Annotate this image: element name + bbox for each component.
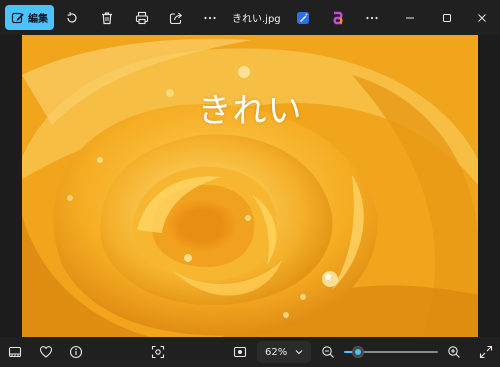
filmstrip-icon	[8, 346, 22, 358]
edit-button[interactable]: 編集	[5, 5, 54, 30]
filmstrip-button[interactable]	[3, 341, 27, 363]
zoom-slider-thumb[interactable]	[352, 346, 365, 358]
photo-caption-text: きれい	[197, 91, 303, 131]
fit-window-button[interactable]	[228, 341, 252, 363]
info-icon	[69, 345, 83, 359]
more-button[interactable]	[197, 5, 223, 30]
zoom-out-icon	[322, 346, 334, 358]
rotate-icon	[67, 11, 77, 23]
share-button[interactable]	[163, 5, 189, 30]
zoom-in-button[interactable]	[442, 341, 466, 363]
print-icon	[135, 11, 149, 24]
fullscreen-icon	[479, 345, 493, 359]
top-toolbar: 編集 きれい.jpg	[0, 0, 500, 35]
minimize-button[interactable]	[392, 0, 428, 35]
bottom-toolbar: 62%	[0, 337, 500, 367]
minimize-icon	[406, 17, 414, 18]
delete-button[interactable]	[94, 5, 120, 30]
zoom-level-value: 62%	[265, 346, 288, 358]
more-icon	[366, 16, 378, 19]
designer-icon	[297, 11, 309, 24]
designer-button[interactable]	[290, 5, 316, 30]
edit-button-label: 編集	[28, 14, 48, 25]
delete-icon	[102, 11, 112, 24]
share-icon	[169, 12, 183, 24]
zoom-out-button[interactable]	[316, 341, 340, 363]
clipchamp-icon	[333, 11, 343, 24]
fullscreen-button[interactable]	[474, 341, 498, 363]
chevron-down-icon	[295, 350, 303, 355]
more-apps-button[interactable]	[359, 5, 385, 30]
maximize-icon	[443, 13, 451, 22]
photo-viewer[interactable]: きれい	[22, 35, 478, 337]
select-region-icon	[151, 345, 165, 359]
clipchamp-button[interactable]	[325, 5, 351, 30]
visual-search-button[interactable]	[146, 341, 170, 363]
rose-photo	[22, 35, 478, 337]
maximize-button[interactable]	[429, 0, 465, 35]
edit-icon	[11, 12, 24, 23]
close-icon	[478, 13, 486, 22]
more-icon	[204, 16, 216, 19]
favorite-button[interactable]	[34, 341, 58, 363]
close-button[interactable]	[464, 0, 500, 35]
zoom-slider[interactable]	[344, 346, 438, 358]
fit-window-icon	[233, 346, 247, 358]
print-button[interactable]	[129, 5, 155, 30]
favorite-icon	[39, 346, 53, 358]
zoom-level-dropdown[interactable]: 62%	[257, 341, 311, 363]
info-button[interactable]	[64, 341, 88, 363]
rotate-button[interactable]	[59, 5, 85, 30]
file-name: きれい.jpg	[232, 14, 281, 25]
zoom-in-icon	[448, 346, 460, 358]
